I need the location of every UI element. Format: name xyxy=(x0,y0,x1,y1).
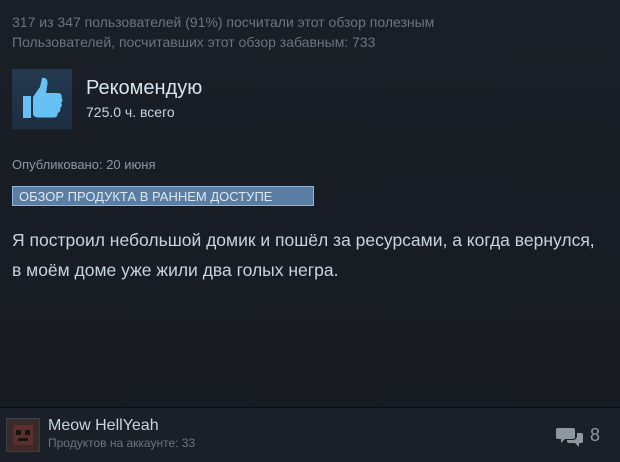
author-name[interactable]: Meow HellYeah xyxy=(48,417,159,435)
author-products-count: Продуктов на аккаунте: 33 xyxy=(48,436,196,450)
recommendation-title: Рекомендую xyxy=(86,77,203,99)
recommendation-block[interactable]: Рекомендую 725.0 ч. всего xyxy=(12,69,312,129)
review-body: Я построил небольшой домик и пошёл за ре… xyxy=(12,230,595,280)
comment-count: 8 xyxy=(590,425,601,445)
helpful-stats: 317 из 347 пользователей (91%) посчитали… xyxy=(12,12,434,52)
posted-date: Опубликовано: 20 июня xyxy=(12,157,156,172)
early-access-badge: ОБЗОР ПРОДУКТА В РАННЕМ ДОСТУПЕ xyxy=(12,186,314,206)
comment-icon xyxy=(556,426,584,453)
helpful-votes-text: 317 из 347 пользователей (91%) посчитали… xyxy=(12,14,435,30)
avatar-icon[interactable] xyxy=(6,418,40,452)
comments-link[interactable]: 8 xyxy=(556,425,612,447)
review-footer: Meow HellYeah Продуктов на аккаунте: 33 … xyxy=(0,408,620,462)
playtime-hours: 725.0 ч. всего xyxy=(86,104,175,120)
funny-votes-text: Пользователей, посчитавших этот обзор за… xyxy=(12,34,376,50)
thumbs-up-icon xyxy=(12,69,72,129)
review-card: 317 из 347 пользователей (91%) посчитали… xyxy=(0,0,620,462)
